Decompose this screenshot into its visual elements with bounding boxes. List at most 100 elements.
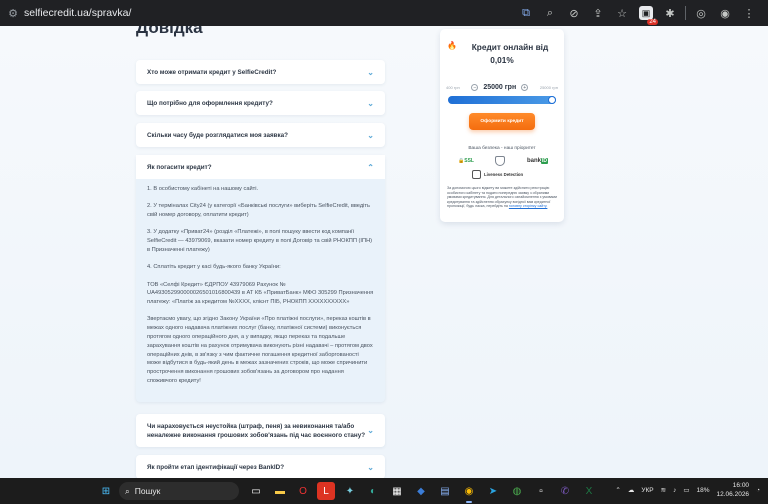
answer-paragraph: Звертаємо увагу, що згідно Закону Україн… (147, 316, 373, 385)
answer-paragraph: 3. У додатку «Приват24» (розділ «Платежі… (147, 229, 373, 253)
wifi-icon[interactable]: ≋ (661, 486, 666, 494)
clock-date: 12.06.2026 (716, 491, 750, 498)
liveness-badge: Liveness Detection (472, 170, 523, 179)
telegram-icon[interactable]: ➤ (484, 482, 502, 500)
opera-icon[interactable]: O (294, 482, 312, 500)
min-amount-label: 400 грн (446, 84, 460, 90)
ssl-lock-icon: 🔒SSL (458, 158, 474, 164)
max-amount-label: 25000 грн (539, 84, 558, 90)
extension-icon[interactable]: ▣ 24 (639, 6, 658, 25)
search-icon: ⌕ (125, 485, 130, 496)
refresh-circle-icon[interactable]: ◎ (692, 4, 710, 22)
extension-badge: 24 (647, 19, 658, 25)
chevron-up-icon[interactable]: ⌃ (615, 486, 620, 494)
faq-question[interactable]: Як погасити кредит? ⌃ (136, 155, 385, 179)
faq-question[interactable]: Хто може отримати кредит у SelfieCredit?… (136, 60, 385, 84)
faq-item[interactable]: Скільки часу буде розглядатися моя заявк… (136, 123, 385, 147)
dropbox-icon[interactable]: ◆ (412, 482, 430, 500)
bankid-logo: bankID (527, 158, 548, 164)
faq-item-expanded[interactable]: Як погасити кредит? ⌃ 1. В особистому ка… (136, 155, 385, 403)
copilot-icon[interactable]: ✦ (341, 482, 359, 500)
security-logos: 🔒SSL bankID (458, 156, 548, 166)
site-info-icon[interactable]: ⚙ (5, 5, 21, 21)
faq-item[interactable]: Що потрібно для оформлення кредиту? ⌄ (136, 91, 385, 115)
eye-off-icon[interactable]: ⊘ (565, 4, 583, 22)
zoom-icon[interactable]: ⌕ (541, 4, 559, 22)
battery-icon[interactable]: ▭ (683, 486, 689, 494)
faq-question-text: Що потрібно для оформлення кредиту? (147, 99, 273, 107)
excel-icon[interactable]: X (580, 482, 598, 500)
whatsapp-icon[interactable]: ◍ (508, 482, 526, 500)
faq-item[interactable]: Як пройти етап ідентифікації через BankI… (136, 455, 385, 478)
calculator-rate: 0,01% (490, 55, 514, 65)
bookmark-star-icon[interactable]: ☆ (613, 4, 631, 22)
taskbar-search[interactable]: ⌕ Пошук (119, 482, 239, 500)
address-bar[interactable]: selfiecredit.ua/spravka/ (24, 7, 131, 19)
answer-paragraph: 2. У терміналах City24 (у категорії «Бан… (147, 203, 370, 219)
liveness-label: Liveness Detection (484, 172, 524, 177)
page-viewport: Довідка Хто може отримати кредит у Selfi… (0, 26, 768, 478)
app-grid-icon[interactable]: ▤ (436, 482, 454, 500)
faq-item[interactable]: Чи нараховується неустойка (штраф, пеня)… (136, 414, 385, 447)
faq-question[interactable]: Скільки часу буде розглядатися моя заявк… (136, 123, 385, 147)
share-icon[interactable]: ⇪ (589, 4, 607, 22)
apply-credit-button[interactable]: Оформити кредит (469, 113, 535, 130)
toolbar-divider (685, 6, 686, 20)
chevron-down-icon[interactable]: ⌄ (367, 463, 374, 472)
faq-question-text: Чи нараховується неустойка (штраф, пеня)… (147, 422, 366, 439)
bankid-text: bank (526, 158, 541, 164)
chevron-down-icon[interactable]: ⌄ (367, 68, 374, 77)
faq-question-text: Як пройти етап ідентифікації через BankI… (147, 463, 285, 471)
chevron-down-icon[interactable]: ⌄ (367, 426, 374, 435)
decrease-button[interactable]: − (471, 83, 479, 91)
faq-question[interactable]: Чи нараховується неустойка (штраф, пеня)… (136, 414, 385, 447)
amount-value[interactable]: 25000 грн (483, 84, 516, 91)
search-placeholder: Пошук (134, 486, 161, 496)
task-view-icon[interactable]: ▭ (247, 482, 265, 500)
file-explorer-icon[interactable]: ▬ (271, 482, 289, 500)
windows-taskbar: ⊞ ⌕ Пошук ▭ ▬ O L ✦ ◐ ▦ ◆ ▤ ◉ ➤ ◍ ▫ ✆ X … (0, 478, 768, 504)
volume-icon[interactable]: ♪ (673, 487, 676, 494)
chevron-down-icon[interactable]: ⌄ (367, 131, 374, 140)
language-indicator[interactable]: УКР (641, 487, 653, 494)
system-tray: ⌃ ☁ УКР ≋ ♪ ▭ 18% 16:00 12.06.2026 ◔ (615, 481, 760, 499)
chrome-icon[interactable]: ◉ (460, 482, 478, 503)
profile-icon[interactable]: ◉ (716, 4, 734, 22)
face-scan-icon (472, 170, 481, 179)
credit-calculator-card: 🔥 Кредит онлайн від 0,01% 400 грн − 2500… (440, 29, 564, 222)
faq-question[interactable]: Що потрібно для оформлення кредиту? ⌄ (136, 91, 385, 115)
app-l-icon[interactable]: L (317, 482, 335, 500)
security-label: Ваша безпека - наш пріоритет (468, 146, 536, 151)
amount-slider[interactable] (448, 96, 556, 104)
slider-thumb[interactable] (548, 96, 556, 104)
cast-icon[interactable]: ⧉ (517, 4, 535, 22)
shield-icon (495, 156, 506, 166)
clock-time: 16:00 (732, 482, 750, 489)
increase-button[interactable]: + (521, 83, 529, 91)
amount-row: 400 грн − 25000 грн + 25000 грн (446, 82, 558, 92)
faq-question[interactable]: Як пройти етап ідентифікації через BankI… (136, 455, 385, 478)
notifications-icon[interactable]: ◔ (756, 487, 760, 494)
ssl-label: SSL (464, 158, 474, 164)
faq-answer: 1. В особистому кабінеті на нашому сайті… (136, 179, 385, 402)
more-menu-icon[interactable]: ⋮ (740, 4, 758, 22)
faq-item[interactable]: Хто може отримати кредит у SelfieCredit?… (136, 60, 385, 84)
viber-icon[interactable]: ✆ (556, 482, 574, 500)
answer-paragraph: 1. В особистому кабінеті на нашому сайті… (147, 186, 259, 192)
chevron-up-icon[interactable]: ⌃ (367, 163, 374, 172)
faq-question-text: Як погасити кредит? (147, 163, 212, 171)
amount-stepper: − 25000 грн + (471, 83, 529, 91)
start-icon[interactable]: ⊞ (97, 482, 115, 500)
cloud-icon[interactable]: ☁ (628, 486, 635, 494)
edge-icon[interactable]: ◐ (364, 482, 382, 500)
home-page-link[interactable]: головну сторінку сайту. (509, 204, 548, 208)
page-title: Довідка (136, 26, 203, 37)
answer-paragraph: 4. Сплатіть кредит у касі будь-якого бан… (147, 264, 281, 271)
answer-paragraph: ТОВ «Селфі Кредит» ЄДРПОУ 43979069 Рахун… (147, 281, 374, 306)
puzzle-icon[interactable]: ✱ (661, 4, 679, 22)
store-icon[interactable]: ▦ (388, 482, 406, 500)
app-blank-icon[interactable]: ▫ (532, 482, 550, 500)
chevron-down-icon[interactable]: ⌄ (367, 99, 374, 108)
toolbar-icons: ⧉ ⌕ ⊘ ⇪ ☆ ▣ 24 ✱ ◎ ◉ ⋮ (517, 4, 758, 25)
clock[interactable]: 16:00 12.06.2026 (717, 481, 750, 499)
